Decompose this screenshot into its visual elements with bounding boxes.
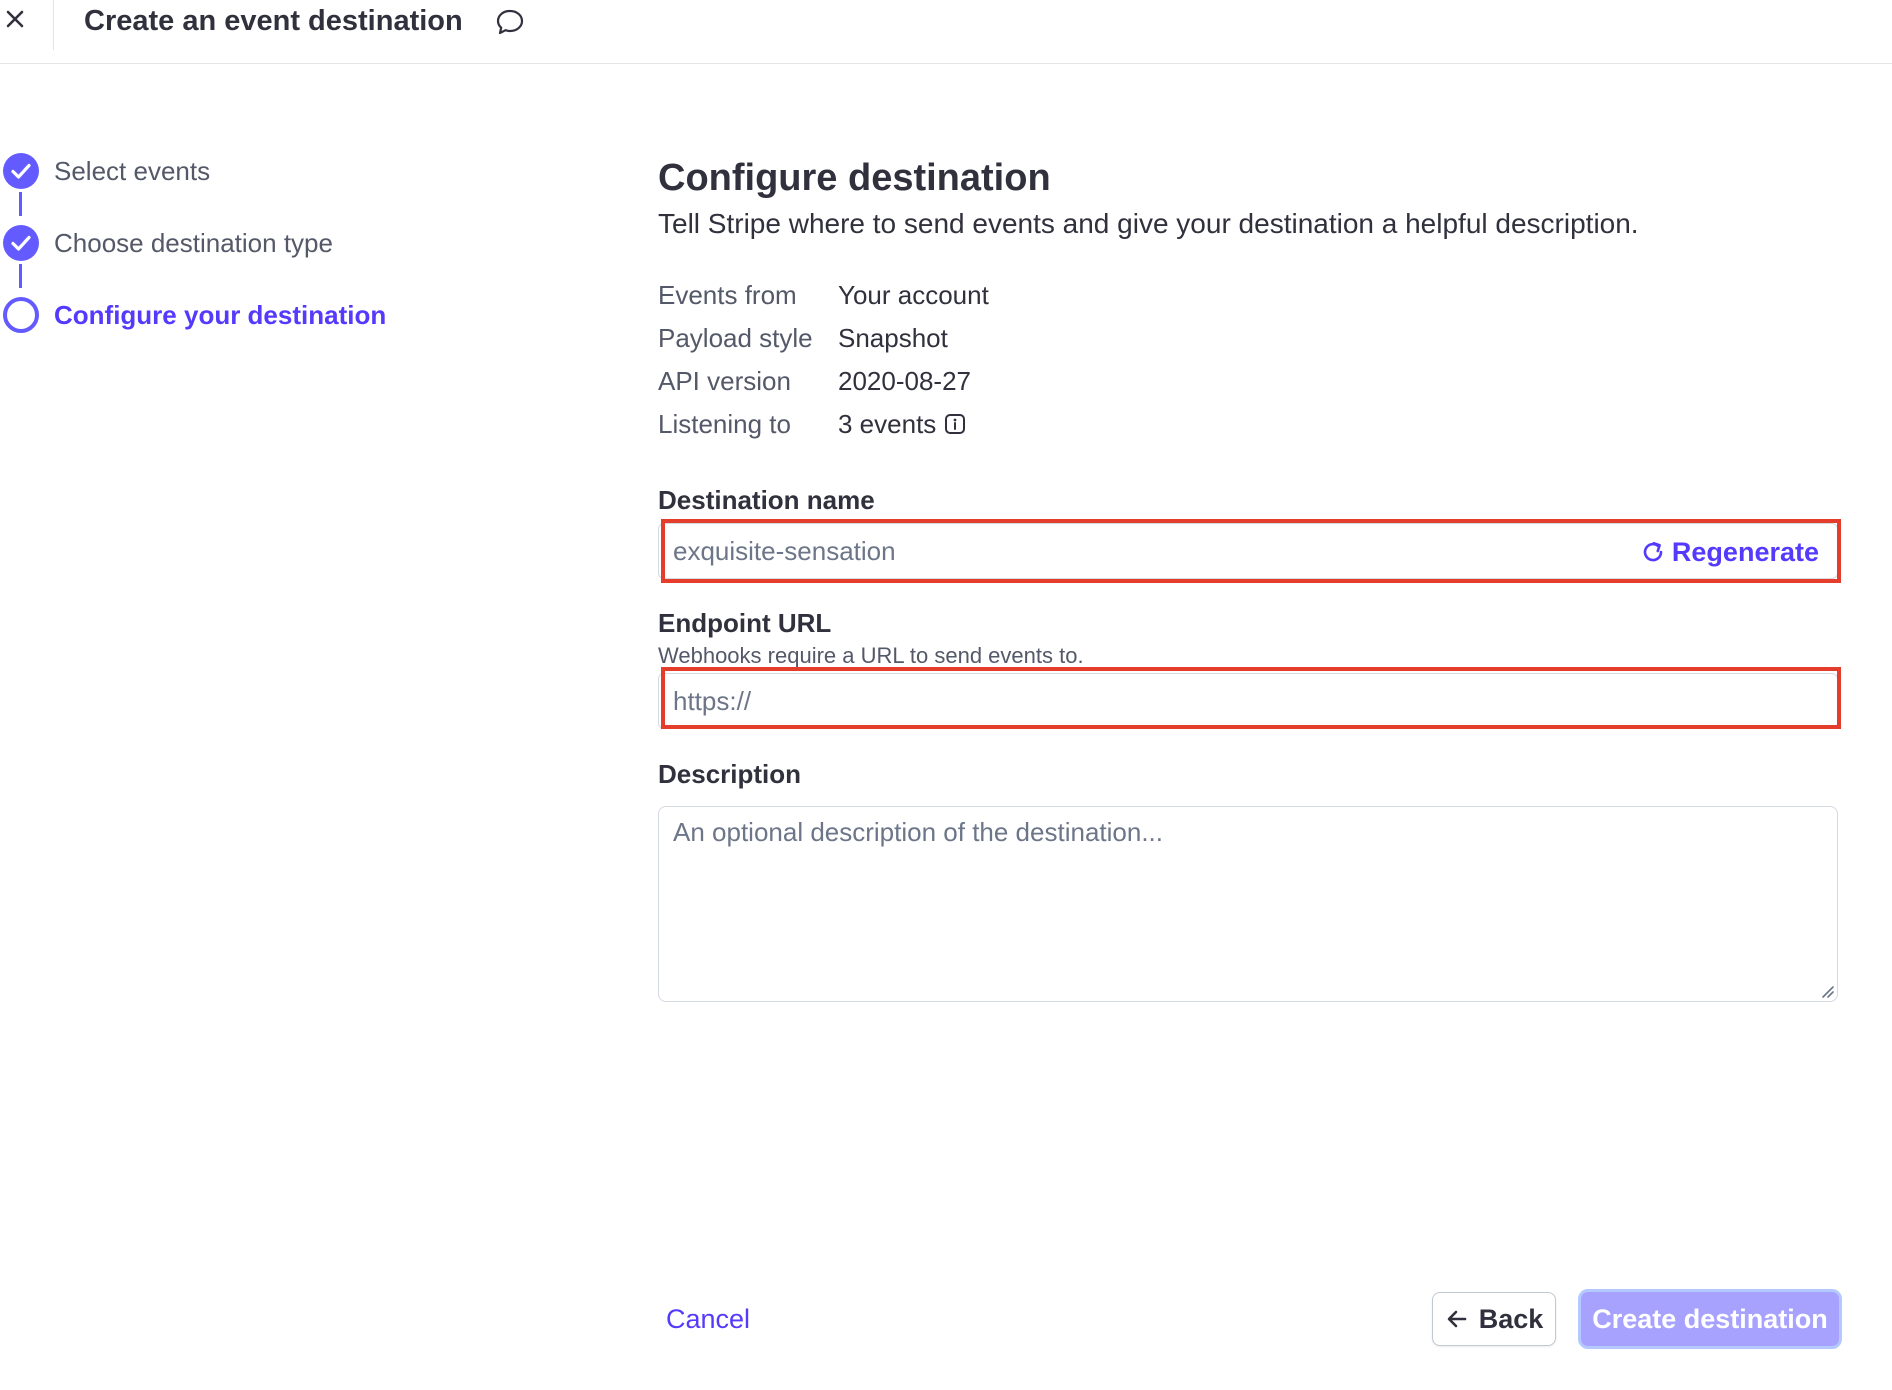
close-icon[interactable] [2,6,30,34]
endpoint-url-field [658,673,1838,729]
cancel-button[interactable]: Cancel [666,1302,750,1336]
feedback-icon[interactable] [494,6,526,38]
endpoint-url-help: Webhooks require a URL to send events to… [658,643,1084,668]
summary-value-text: Your account [838,280,989,310]
step-complete-indicator [3,153,39,189]
description-label: Description [658,759,802,789]
summary-key: Listening to [658,409,791,439]
top-bar: Create an event destination [0,0,1892,64]
regenerate-button[interactable]: Regenerate [1640,534,1819,570]
destination-name-input[interactable] [673,524,1633,578]
step-label: Choose destination type [54,228,333,258]
step-connector [19,264,22,288]
step-connector [19,192,22,216]
check-icon [11,235,31,251]
summary-value-text: 3 events [838,409,937,439]
check-icon [11,163,31,179]
step-label: Select events [54,156,211,186]
endpoint-url-label: Endpoint URL [658,608,832,638]
refresh-icon [1643,541,1663,562]
description-field [658,806,1838,1002]
summary-key: Events from [658,280,797,310]
topbar-divider [53,0,54,50]
page-title: Create an event destination [84,5,463,37]
regenerate-label: Regenerate [1671,536,1819,567]
summary-key: API version [658,366,791,396]
destination-name-label: Destination name [658,485,875,515]
step-complete-indicator [3,225,39,261]
arrow-left-icon [1447,1310,1467,1328]
endpoint-url-input[interactable] [673,674,1633,728]
summary-value: Your account [838,278,989,312]
section-title: Configure destination [658,157,1051,199]
description-textarea[interactable] [673,817,1823,993]
summary-value-text: Snapshot [838,323,948,353]
create-destination-button[interactable]: Create destination [1578,1289,1842,1349]
summary-value: 2020-08-27 [838,364,971,398]
destination-name-field: Regenerate [658,523,1838,579]
summary-value: Snapshot [838,321,948,355]
step-label: Configure your destination [54,300,387,330]
summary-value: 3 events [838,407,966,441]
summary-key: Payload style [658,323,813,353]
back-button[interactable]: Back [1432,1292,1556,1346]
back-label: Back [1478,1303,1544,1334]
step-current-indicator [3,297,39,333]
resize-handle-icon[interactable] [1819,983,1835,999]
info-icon[interactable] [944,413,966,435]
section-subtitle: Tell Stripe where to send events and giv… [658,208,1639,239]
summary-value-text: 2020-08-27 [838,366,971,396]
